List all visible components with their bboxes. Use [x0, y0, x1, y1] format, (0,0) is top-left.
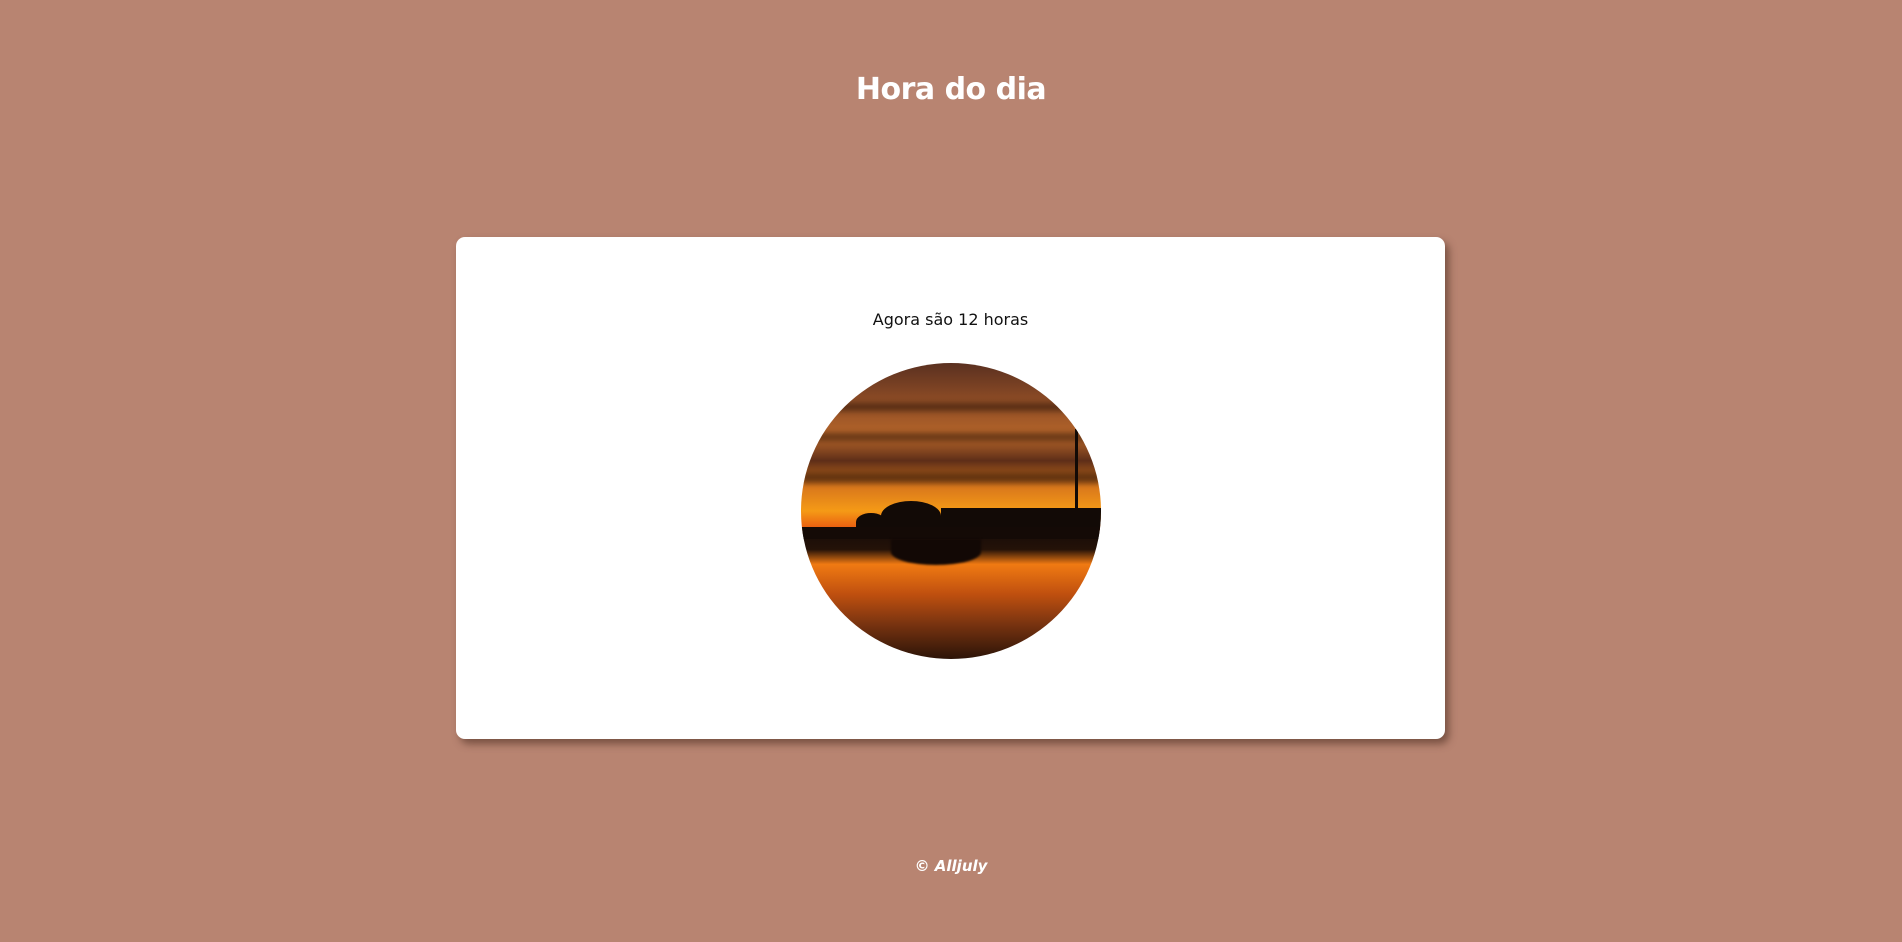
time-message: Agora são 12 horas	[872, 310, 1029, 329]
reflection	[891, 539, 981, 565]
pole-silhouette	[1075, 429, 1078, 529]
cloud-streak	[801, 433, 1101, 441]
page-title: Hora do dia	[855, 72, 1047, 107]
time-card: Agora são 12 horas	[456, 237, 1445, 739]
cloud-streak	[801, 473, 1101, 483]
cloud-streak	[801, 403, 1101, 411]
sunset-photo	[801, 363, 1101, 659]
shore-silhouette	[801, 527, 1101, 539]
footer-copyright: © Alljuly	[914, 857, 988, 875]
